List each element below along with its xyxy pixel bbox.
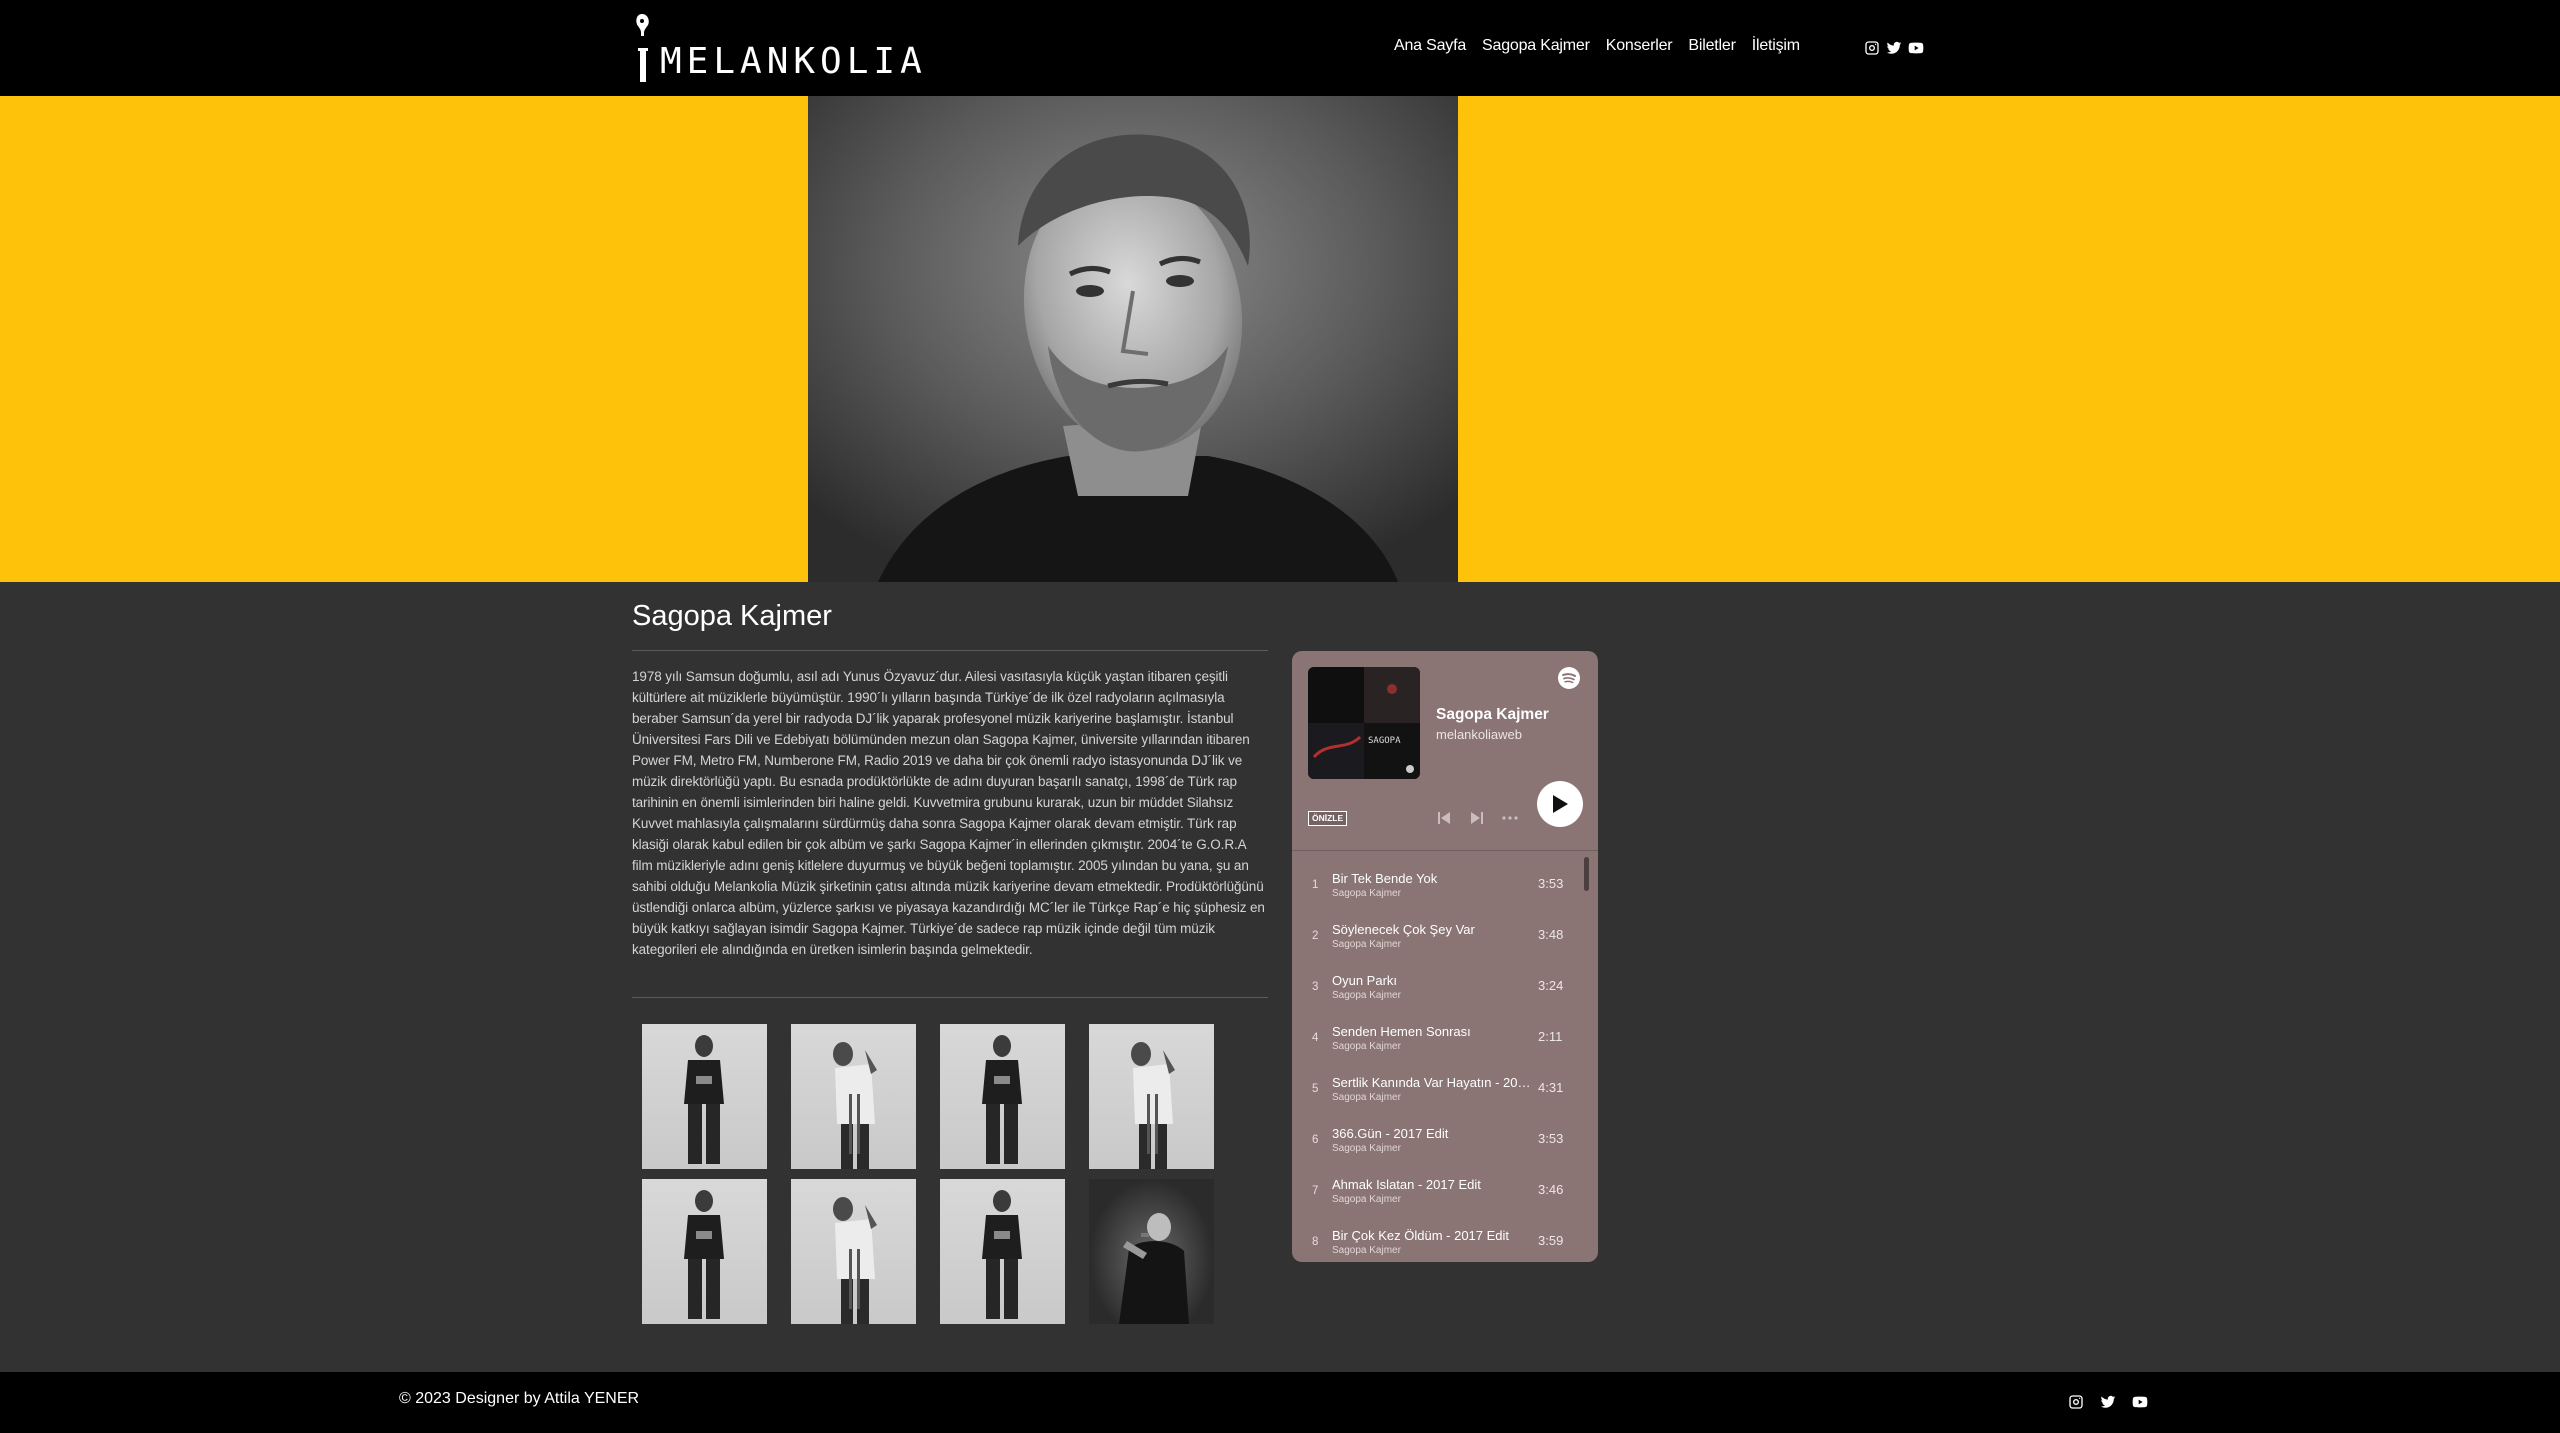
more-options-icon[interactable] <box>1500 808 1520 828</box>
track-title[interactable]: Ahmak Islatan - 2017 Edit <box>1332 1177 1537 1192</box>
album-cover[interactable]: SAGOPA <box>1308 667 1420 779</box>
twitter-icon[interactable] <box>2100 1394 2116 1410</box>
instagram-icon[interactable] <box>1864 40 1880 56</box>
track-number: 1 <box>1312 879 1319 891</box>
header-social-links <box>1864 40 1924 56</box>
gallery-photo-7[interactable] <box>940 1179 1065 1324</box>
preview-badge: ÖNİZLE <box>1308 811 1348 826</box>
track-artist[interactable]: Sagopa Kajmer <box>1332 1245 1401 1256</box>
track-row[interactable]: 1 Bir Tek Bende Yok Sagopa Kajmer 3:53 <box>1292 859 1598 910</box>
artist-bio: 1978 yılı Samsun doğumlu, asıl adı Yunus… <box>632 669 1265 957</box>
copyright-text: © 2023 Designer by Attila YENER <box>399 1390 640 1407</box>
track-number: 2 <box>1312 930 1319 942</box>
gallery-photo-4[interactable] <box>1089 1024 1214 1169</box>
player-divider <box>1292 850 1598 851</box>
track-artist[interactable]: Sagopa Kajmer <box>1332 1194 1401 1205</box>
site-footer: © 2023 Designer by Attila YENER <box>0 1372 2560 1433</box>
artist-portrait <box>808 96 1458 582</box>
track-artist[interactable]: Sagopa Kajmer <box>1332 888 1401 899</box>
track-title[interactable]: Senden Hemen Sonrası <box>1332 1024 1537 1039</box>
play-button[interactable] <box>1537 781 1583 827</box>
divider-bottom <box>632 997 1268 998</box>
nav-concerts[interactable]: Konserler <box>1606 36 1673 56</box>
gallery-photo-5[interactable] <box>642 1179 767 1324</box>
gallery-photo-8[interactable] <box>1089 1179 1214 1324</box>
track-duration: 3:24 <box>1538 978 1564 993</box>
track-number: 3 <box>1312 981 1319 993</box>
track-number: 4 <box>1312 1032 1319 1044</box>
youtube-icon[interactable] <box>1908 40 1924 56</box>
track-number: 6 <box>1312 1134 1319 1146</box>
track-number: 8 <box>1312 1236 1319 1248</box>
next-track-icon[interactable] <box>1467 808 1487 828</box>
track-title[interactable]: Sertlik Kanında Var Hayatın - 2017 Edit <box>1332 1075 1537 1090</box>
track-duration: 3:48 <box>1538 927 1564 942</box>
track-row[interactable]: 6 366.Gün - 2017 Edit Sagopa Kajmer 3:53 <box>1292 1114 1598 1165</box>
track-row[interactable]: 5 Sertlik Kanında Var Hayatın - 2017 Edi… <box>1292 1063 1598 1114</box>
divider-top <box>632 650 1268 651</box>
artist-name-heading: Sagopa Kajmer <box>632 600 832 632</box>
track-duration: 2:11 <box>1538 1029 1563 1044</box>
track-artist[interactable]: Sagopa Kajmer <box>1332 1092 1401 1103</box>
footer-social-links <box>2068 1394 2148 1410</box>
site-logo[interactable]: MELANKOLIA <box>632 12 927 84</box>
hero-banner <box>0 96 2560 582</box>
track-row[interactable]: 7 Ahmak Islatan - 2017 Edit Sagopa Kajme… <box>1292 1165 1598 1216</box>
track-artist[interactable]: Sagopa Kajmer <box>1332 990 1401 1001</box>
track-number: 7 <box>1312 1185 1319 1197</box>
track-title[interactable]: Bir Tek Bende Yok <box>1332 871 1537 886</box>
play-icon <box>1553 795 1568 813</box>
track-row[interactable]: 3 Oyun Parkı Sagopa Kajmer 3:24 <box>1292 961 1598 1012</box>
spotify-player: SAGOPA Sagopa Kajmer melankoliaweb ÖNİZL… <box>1292 651 1598 1262</box>
track-duration: 4:31 <box>1538 1080 1564 1095</box>
photo-gallery <box>642 1024 1214 1324</box>
track-row[interactable]: 2 Söylenecek Çok Şey Var Sagopa Kajmer 3… <box>1292 910 1598 961</box>
nav-home[interactable]: Ana Sayfa <box>1394 36 1466 56</box>
track-title[interactable]: Bir Çok Kez Öldüm - 2017 Edit <box>1332 1228 1537 1243</box>
previous-track-icon[interactable] <box>1434 808 1454 828</box>
logo-text: MELANKOLIA <box>660 41 927 82</box>
track-artist[interactable]: Sagopa Kajmer <box>1332 939 1401 950</box>
track-number: 5 <box>1312 1083 1319 1095</box>
track-duration: 3:59 <box>1538 1233 1564 1248</box>
youtube-icon[interactable] <box>2132 1394 2148 1410</box>
site-header: MELANKOLIA Ana Sayfa Sagopa Kajmer Konse… <box>0 0 2560 96</box>
instagram-icon[interactable] <box>2068 1394 2084 1410</box>
track-list: 1 Bir Tek Bende Yok Sagopa Kajmer 3:53 2… <box>1292 859 1598 1262</box>
spotify-artist-name[interactable]: Sagopa Kajmer <box>1436 706 1549 724</box>
track-duration: 3:46 <box>1538 1182 1564 1197</box>
gallery-photo-2[interactable] <box>791 1024 916 1169</box>
nav-contact[interactable]: İletişim <box>1752 36 1800 56</box>
logo-mark-icon <box>632 12 654 84</box>
track-duration: 3:53 <box>1538 876 1564 891</box>
track-row[interactable]: 4 Senden Hemen Sonrası Sagopa Kajmer 2:1… <box>1292 1012 1598 1063</box>
main-nav: Ana Sayfa Sagopa Kajmer Konserler Biletl… <box>1394 36 1800 56</box>
gallery-photo-1[interactable] <box>642 1024 767 1169</box>
track-duration: 3:53 <box>1538 1131 1564 1146</box>
spotify-username[interactable]: melankoliaweb <box>1436 727 1522 742</box>
track-list-scrollbar[interactable] <box>1584 857 1589 891</box>
track-title[interactable]: 366.Gün - 2017 Edit <box>1332 1126 1537 1141</box>
spotify-logo-icon[interactable] <box>1558 667 1580 689</box>
gallery-photo-3[interactable] <box>940 1024 1065 1169</box>
svg-text:SAGOPA: SAGOPA <box>1368 736 1401 746</box>
track-title[interactable]: Söylenecek Çok Şey Var <box>1332 922 1537 937</box>
track-row[interactable]: 8 Bir Çok Kez Öldüm - 2017 Edit Sagopa K… <box>1292 1216 1598 1262</box>
track-artist[interactable]: Sagopa Kajmer <box>1332 1143 1401 1154</box>
nav-tickets[interactable]: Biletler <box>1688 36 1736 56</box>
nav-sagopa-kajmer[interactable]: Sagopa Kajmer <box>1482 36 1590 56</box>
twitter-icon[interactable] <box>1886 40 1902 56</box>
track-title[interactable]: Oyun Parkı <box>1332 973 1537 988</box>
track-artist[interactable]: Sagopa Kajmer <box>1332 1041 1401 1052</box>
gallery-photo-6[interactable] <box>791 1179 916 1324</box>
